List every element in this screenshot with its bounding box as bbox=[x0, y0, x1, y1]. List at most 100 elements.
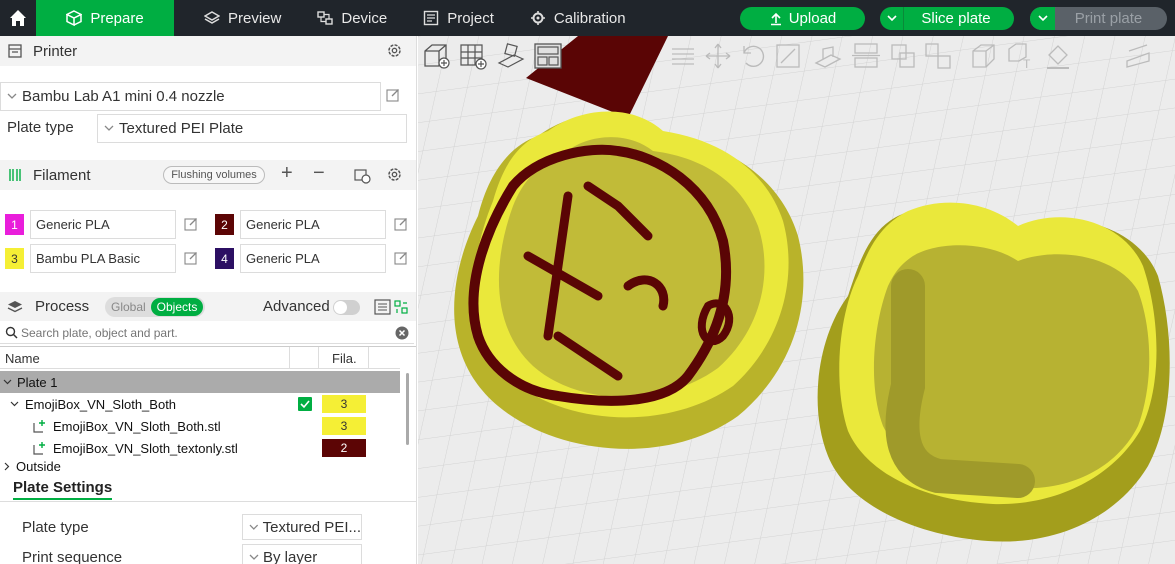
split-list-icon[interactable] bbox=[668, 41, 698, 71]
object-search-box[interactable] bbox=[0, 322, 414, 344]
filament-4-edit-icon[interactable] bbox=[394, 251, 408, 265]
filament-column-header[interactable]: Fila. bbox=[332, 351, 357, 366]
process-section-title: Process bbox=[35, 298, 90, 315]
printer-edit-icon[interactable] bbox=[386, 88, 400, 102]
flushing-volumes-button[interactable]: Flushing volumes bbox=[163, 166, 265, 184]
chevron-right-icon[interactable] bbox=[4, 462, 10, 471]
filament-2-edit-icon[interactable] bbox=[394, 217, 408, 231]
print-plate-button[interactable]: Print plate bbox=[1030, 7, 1167, 30]
add-filament-icon[interactable]: + bbox=[281, 162, 293, 185]
sloth-object-right[interactable] bbox=[817, 202, 1170, 542]
slice-plate-button[interactable]: Slice plate bbox=[880, 7, 1014, 30]
upload-button[interactable]: Upload bbox=[740, 7, 865, 30]
tree-row-part-2[interactable]: EmojiBox_VN_Sloth_textonly.stl bbox=[0, 437, 300, 459]
device-icon bbox=[317, 11, 334, 25]
grid-view-icon[interactable] bbox=[394, 300, 409, 314]
upload-icon bbox=[770, 12, 781, 25]
add-plate-grid-icon[interactable] bbox=[458, 41, 488, 71]
project-icon bbox=[424, 10, 439, 26]
lay-on-face-icon[interactable] bbox=[813, 41, 843, 71]
printer-section-title: Printer bbox=[33, 42, 78, 60]
part-2-filament-badge[interactable]: 2 bbox=[322, 439, 366, 457]
text-tool-icon[interactable]: T bbox=[1006, 41, 1036, 71]
remove-filament-icon[interactable]: − bbox=[313, 162, 325, 185]
object-filament-badge[interactable]: 3 bbox=[322, 395, 366, 413]
tab-plate-settings[interactable]: Plate Settings bbox=[13, 479, 113, 500]
chevron-down-icon[interactable] bbox=[10, 401, 19, 407]
filament-1-select[interactable]: Generic PLA bbox=[30, 210, 176, 239]
plate-type-select[interactable]: Textured PEI Plate bbox=[97, 114, 407, 143]
part-add-icon bbox=[33, 442, 45, 455]
chevron-down-icon[interactable] bbox=[3, 379, 12, 385]
scale-icon[interactable] bbox=[773, 41, 803, 71]
chevron-down-icon bbox=[104, 125, 114, 131]
chevron-down-icon[interactable] bbox=[880, 7, 904, 30]
chevron-down-icon bbox=[7, 93, 17, 99]
rotate-icon[interactable] bbox=[738, 41, 768, 71]
tab-prepare-label: Prepare bbox=[90, 9, 144, 27]
printer-select[interactable]: Bambu Lab A1 mini 0.4 nozzle bbox=[0, 82, 381, 111]
boolean-icon[interactable] bbox=[888, 41, 918, 71]
filament-3-select[interactable]: Bambu PLA Basic bbox=[30, 244, 176, 273]
3d-viewport[interactable]: T bbox=[418, 36, 1175, 564]
printer-settings-gear-icon[interactable] bbox=[386, 42, 403, 59]
tab-device[interactable]: Device bbox=[299, 0, 405, 36]
global-option[interactable]: Global bbox=[111, 300, 146, 314]
seam-paint-icon[interactable] bbox=[968, 41, 998, 71]
tab-prepare[interactable]: Prepare bbox=[36, 0, 174, 36]
tree-scrollbar[interactable] bbox=[406, 373, 409, 445]
filament-2-swatch[interactable]: 2 bbox=[215, 214, 234, 235]
tree-row-outside[interactable]: Outside bbox=[0, 459, 300, 473]
list-view-icon[interactable] bbox=[374, 299, 391, 315]
name-column-header[interactable]: Name bbox=[5, 351, 40, 366]
ps-print-sequence-select[interactable]: By layer bbox=[242, 544, 362, 564]
tab-device-label: Device bbox=[341, 9, 388, 27]
sync-filament-icon[interactable] bbox=[354, 167, 371, 184]
home-button[interactable] bbox=[0, 0, 36, 36]
filament-3-edit-icon[interactable] bbox=[184, 251, 198, 265]
outside-label: Outside bbox=[16, 459, 61, 473]
auto-orient-icon[interactable] bbox=[496, 41, 526, 71]
filament-4-select[interactable]: Generic PLA bbox=[240, 244, 386, 273]
filament-3-swatch[interactable]: 3 bbox=[5, 248, 24, 269]
tab-project-label: Project bbox=[447, 9, 494, 27]
side-panel: Printer Bambu Lab A1 mini 0.4 nozzle Pla… bbox=[0, 36, 417, 564]
clear-search-icon[interactable] bbox=[395, 326, 409, 340]
plate-settings-tabbar: Plate Settings bbox=[0, 474, 416, 502]
objects-option[interactable]: Objects bbox=[151, 298, 203, 316]
tab-calibration[interactable]: Calibration bbox=[512, 0, 644, 36]
filament-1-swatch[interactable]: 1 bbox=[5, 214, 24, 235]
plate-type-label: Plate type bbox=[7, 119, 74, 136]
filament-4-swatch[interactable]: 4 bbox=[215, 248, 234, 269]
filament-section-header: Filament Flushing volumes + − bbox=[0, 160, 416, 190]
color-paint-icon[interactable] bbox=[1043, 41, 1073, 71]
part-1-filament-badge[interactable]: 3 bbox=[322, 417, 366, 435]
tab-project[interactable]: Project bbox=[405, 0, 512, 36]
tree-row-plate[interactable]: Plate 1 bbox=[0, 371, 400, 393]
filament-settings-gear-icon[interactable] bbox=[386, 166, 403, 183]
advanced-toggle[interactable] bbox=[333, 300, 360, 315]
tab-preview[interactable]: Preview bbox=[186, 0, 299, 36]
build-plate-scene[interactable] bbox=[418, 36, 1175, 564]
cut-icon[interactable] bbox=[851, 41, 881, 71]
add-object-cube-icon[interactable] bbox=[422, 41, 452, 71]
tree-row-part-1[interactable]: EmojiBox_VN_Sloth_Both.stl bbox=[0, 415, 300, 437]
search-input[interactable] bbox=[21, 324, 381, 342]
tab-preview-label: Preview bbox=[228, 9, 282, 27]
print-chevron-down-icon[interactable] bbox=[1030, 7, 1055, 30]
arrange-icon[interactable] bbox=[533, 41, 563, 71]
plate-name: Plate 1 bbox=[17, 374, 58, 390]
filament-1-edit-icon[interactable] bbox=[184, 217, 198, 231]
global-objects-toggle[interactable]: Global Objects bbox=[105, 297, 205, 317]
object-printable-checkbox-icon[interactable] bbox=[298, 397, 312, 411]
support-paint-icon[interactable] bbox=[923, 41, 953, 71]
filament-spool-icon bbox=[9, 169, 21, 181]
part-2-name: EmojiBox_VN_Sloth_textonly.stl bbox=[53, 440, 238, 456]
tree-header: Name Fila. bbox=[0, 347, 400, 369]
printer-section-header: Printer bbox=[0, 36, 416, 66]
ps-plate-type-select[interactable]: Textured PEI... bbox=[242, 514, 362, 540]
filament-2-select[interactable]: Generic PLA bbox=[240, 210, 386, 239]
measure-icon[interactable] bbox=[1123, 41, 1153, 71]
upload-label: Upload bbox=[788, 10, 837, 27]
move-icon[interactable] bbox=[703, 41, 733, 71]
